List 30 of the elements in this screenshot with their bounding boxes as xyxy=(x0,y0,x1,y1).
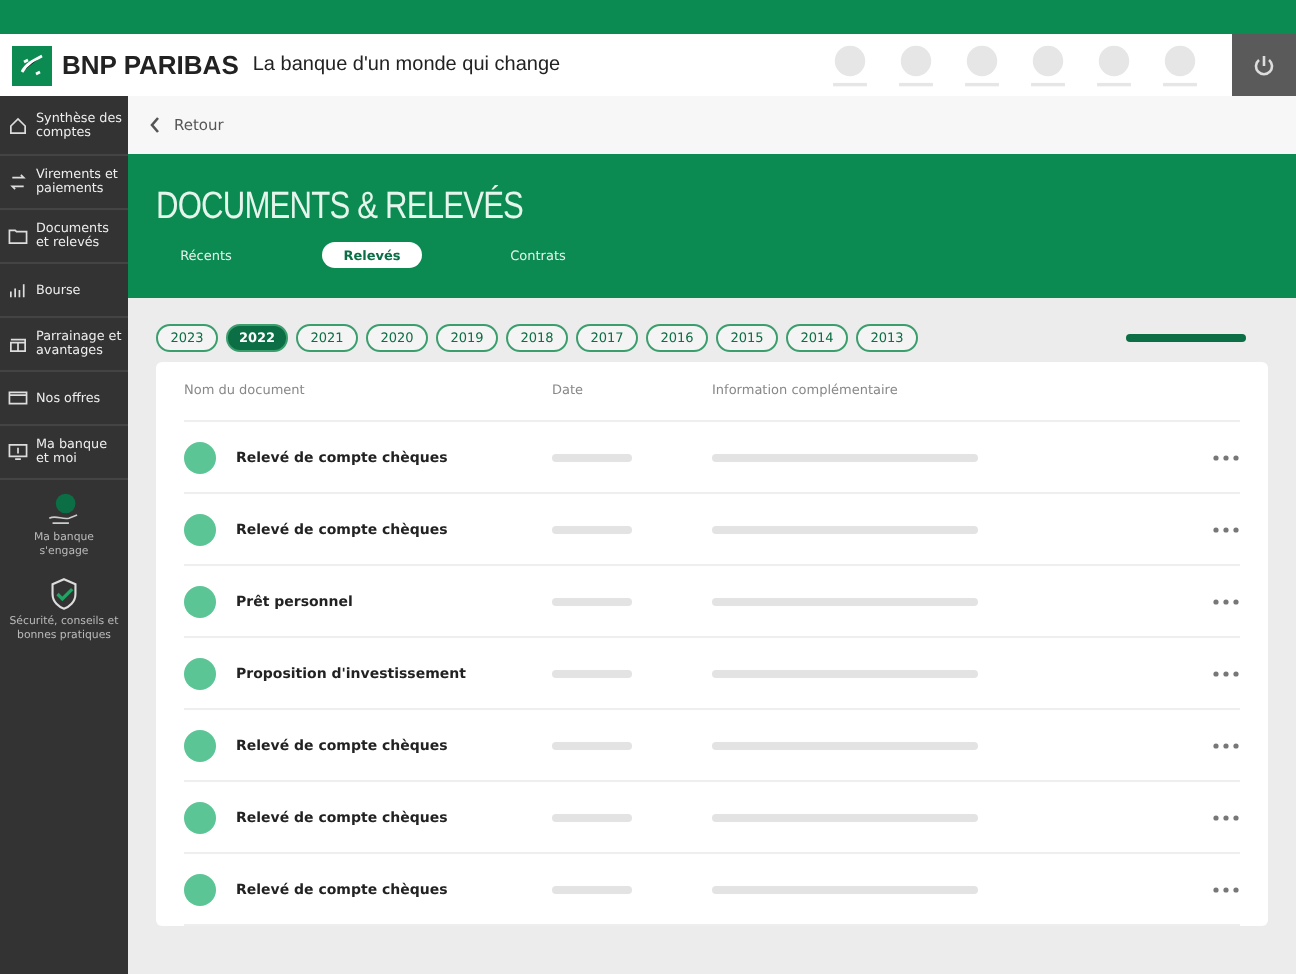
document-icon xyxy=(184,657,216,689)
logout-button[interactable] xyxy=(1232,34,1296,96)
page-title: DOCUMENTS & RELEVÉS xyxy=(156,183,526,230)
power-icon xyxy=(1252,53,1276,77)
monitor-icon xyxy=(8,442,28,462)
folder-icon xyxy=(8,226,28,246)
document-icon xyxy=(184,585,216,617)
more-icon[interactable] xyxy=(1212,885,1240,893)
more-icon[interactable] xyxy=(1212,669,1240,677)
home-icon xyxy=(8,115,28,135)
transfer-icon xyxy=(8,172,28,192)
shield-check-icon xyxy=(46,576,82,612)
tagline: La banque d'un monde qui change xyxy=(252,54,561,76)
document-icon xyxy=(184,729,216,761)
card-icon xyxy=(8,388,28,408)
more-icon[interactable] xyxy=(1212,453,1240,461)
more-icon[interactable] xyxy=(1212,741,1240,749)
document-icon xyxy=(184,441,216,473)
more-icon[interactable] xyxy=(1212,813,1240,821)
chevron-left-icon xyxy=(148,116,162,134)
chart-icon xyxy=(8,280,28,300)
globe-hand-icon xyxy=(46,492,82,528)
brand-name: BNP PARIBAS xyxy=(62,50,239,80)
document-icon xyxy=(184,873,216,905)
document-icon xyxy=(184,513,216,545)
more-icon[interactable] xyxy=(1212,525,1240,533)
more-icon[interactable] xyxy=(1212,597,1240,605)
scroll-indicator xyxy=(1126,334,1246,342)
document-icon xyxy=(184,801,216,833)
logo-icon xyxy=(12,45,52,85)
